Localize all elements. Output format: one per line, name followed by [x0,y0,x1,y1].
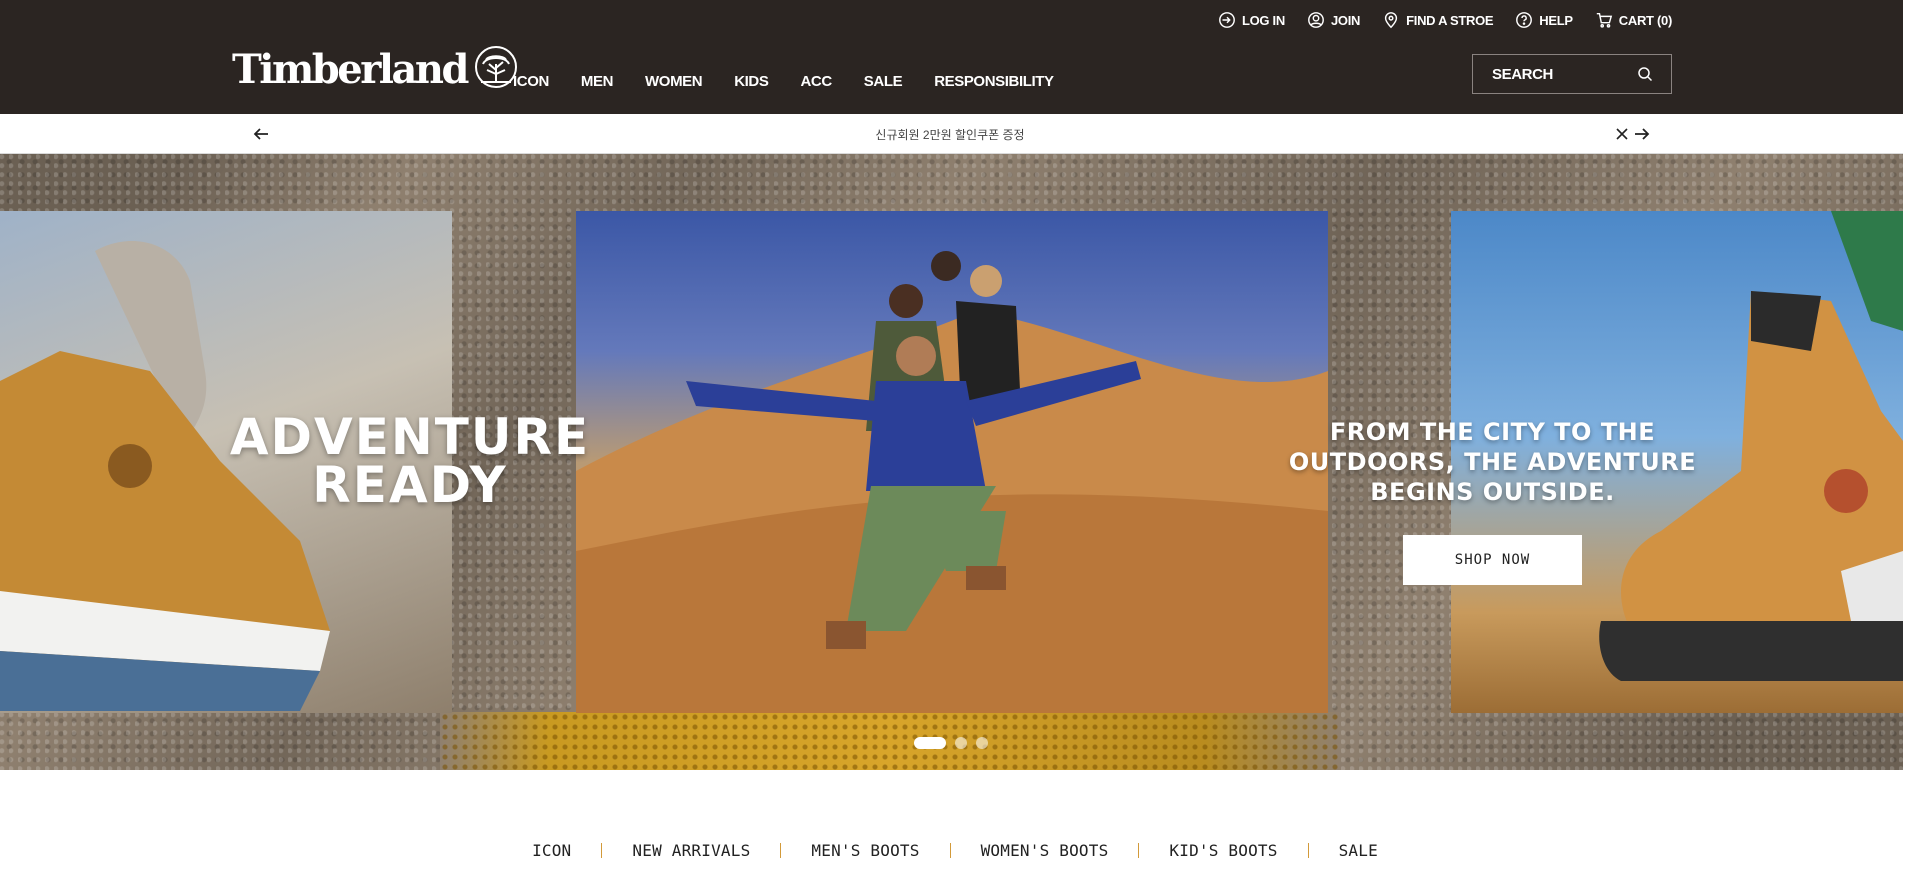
category-kids-boots[interactable]: KID'S BOOTS [1169,841,1277,860]
category-sale[interactable]: SALE [1339,841,1378,860]
nav-men[interactable]: MEN [581,73,614,90]
nav-sale[interactable]: SALE [864,73,903,90]
nav-responsibility[interactable]: RESPONSIBILITY [934,73,1054,90]
category-divider [780,843,782,858]
timberland-logo[interactable]: Timberland [232,46,519,93]
cart-label: CART (0) [1618,12,1673,28]
hero-headline-line1: ADVENTURE [229,408,591,466]
nav-acc[interactable]: ACC [800,73,832,90]
hero-image-group-hikers [576,211,1328,713]
join-label: JOIN [1330,12,1361,28]
carousel-pagination [914,737,988,749]
carousel-dot-3[interactable] [976,737,988,749]
find-store-label: FIND A STROE [1406,12,1494,28]
find-store-link[interactable]: FIND A STROE [1382,11,1494,29]
hero-headline: ADVENTURE READY [200,408,620,514]
category-mens-boots[interactable]: MEN'S BOOTS [811,841,919,860]
hero-headline-line2: READY [312,456,508,514]
category-icon[interactable]: ICON [532,841,571,860]
hero-subheadline: FROM THE CITY TO THE OUTDOORS, THE ADVEN… [1288,418,1697,506]
help-link[interactable]: HELP [1515,11,1573,29]
shop-now-button[interactable]: SHOP NOW [1403,535,1582,585]
arrow-right-icon[interactable] [1632,125,1652,143]
login-link[interactable]: LOG IN [1218,11,1285,29]
category-list: ICON NEW ARRIVALS MEN'S BOOTS WOMEN'S BO… [0,841,1903,860]
login-label: LOG IN [1241,12,1285,28]
category-new-arrivals[interactable]: NEW ARRIVALS [632,841,750,860]
category-nav: ICON NEW ARRIVALS MEN'S BOOTS WOMEN'S BO… [0,770,1903,883]
carousel-dot-1[interactable] [914,737,946,749]
cart-icon [1596,12,1612,28]
join-link[interactable]: JOIN [1307,11,1360,29]
location-pin-icon [1385,12,1398,29]
category-divider [1307,843,1309,858]
category-divider [949,843,951,858]
site-header: LOG IN JOIN FIND A STROE HELP CART (0) T… [0,0,1903,114]
nav-women[interactable]: WOMEN [645,73,703,90]
nav-kids[interactable]: KIDS [734,73,769,90]
help-label: HELP [1539,12,1573,28]
utility-nav: LOG IN JOIN FIND A STROE HELP CART (0) [1218,11,1672,29]
user-icon [1308,12,1324,28]
nav-icon[interactable]: ICON [513,73,549,90]
search-input[interactable] [1492,65,1632,83]
main-nav: ICON MEN WOMEN KIDS ACC SALE RESPONSIBIL… [513,73,1054,90]
category-divider [1138,843,1140,858]
hero-yellow-surface [440,712,1340,770]
logo-wordmark: Timberland [232,46,469,93]
cart-link[interactable]: CART (0) [1595,11,1672,29]
search-icon[interactable] [1637,66,1653,82]
announcement-bar: 신규회원 2만원 할인쿠폰 증정 [0,114,1903,154]
login-icon [1219,12,1235,28]
close-icon[interactable] [1613,125,1631,143]
category-womens-boots[interactable]: WOMEN'S BOOTS [981,841,1109,860]
help-icon [1516,12,1533,28]
search-box [1472,54,1672,94]
carousel-dot-2[interactable] [955,737,967,749]
category-divider [601,843,603,858]
hero-banner[interactable]: ADVENTURE READY FROM THE CITY TO THE OUT… [0,154,1903,770]
hikers-on-rock-illustration [576,251,1328,713]
